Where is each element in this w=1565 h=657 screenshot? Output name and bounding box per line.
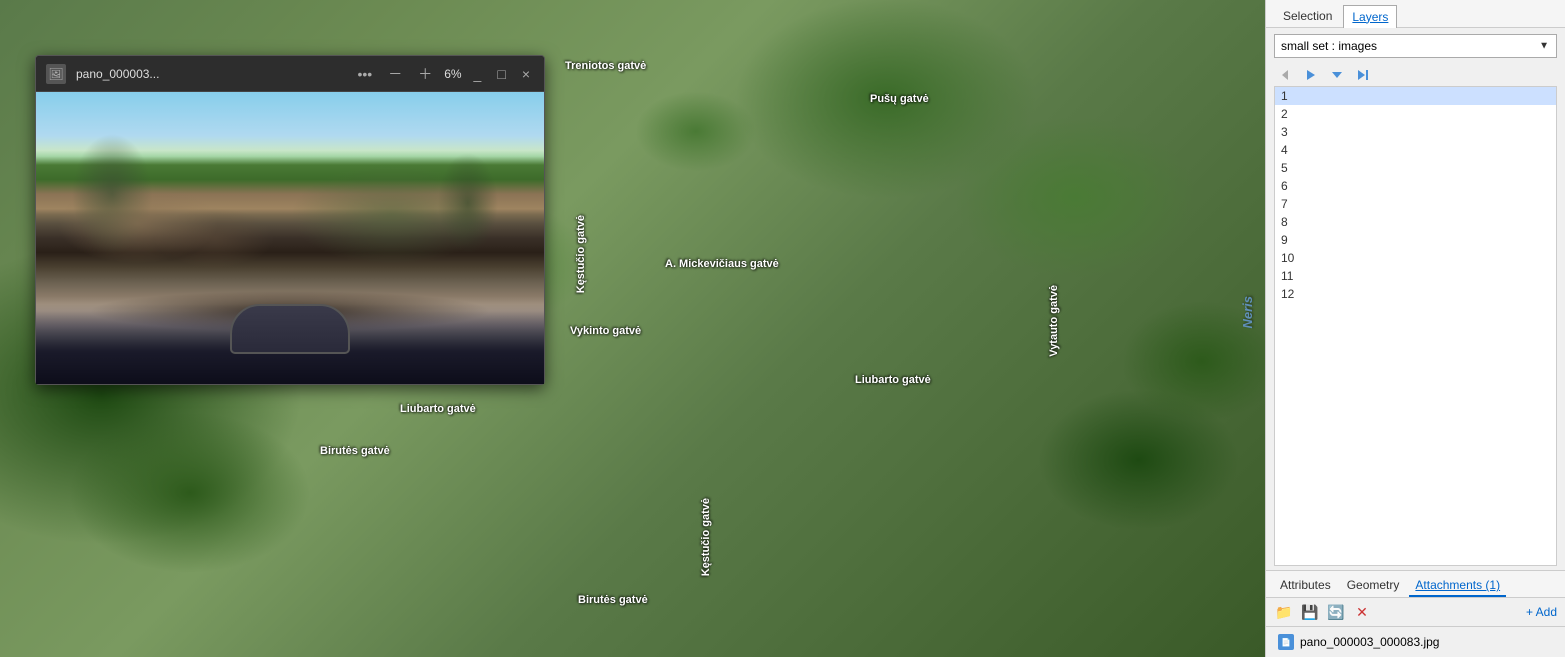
attachment-item-1[interactable]: 📄 pano_000003_000083.jpg bbox=[1274, 631, 1557, 653]
nav-dropdown-button[interactable] bbox=[1326, 66, 1348, 84]
list-item-10[interactable]: 10 bbox=[1275, 249, 1556, 267]
viewer-image-icon: 🖼 bbox=[46, 64, 66, 84]
viewer-close-button[interactable]: × bbox=[518, 64, 534, 84]
pano-vehicle bbox=[230, 304, 350, 354]
dataset-select[interactable]: small set : images large set : images te… bbox=[1274, 34, 1557, 58]
dataset-dropdown[interactable]: small set : images large set : images te… bbox=[1274, 34, 1557, 58]
nav-play-button[interactable] bbox=[1300, 66, 1322, 84]
viewer-controls[interactable]: ••• － ＋ 6% _ □ × bbox=[353, 62, 534, 86]
viewer-maximize-button[interactable]: □ bbox=[493, 64, 509, 84]
image-viewer: 🖼 pano_000003... ••• － ＋ 6% _ □ × bbox=[35, 55, 545, 385]
tab-selection[interactable]: Selection bbox=[1274, 4, 1341, 27]
tab-geometry[interactable]: Geometry bbox=[1341, 575, 1406, 597]
tab-attachments[interactable]: Attachments (1) bbox=[1409, 575, 1506, 597]
file-icon: 📄 bbox=[1278, 634, 1294, 650]
tab-attributes[interactable]: Attributes bbox=[1274, 575, 1337, 597]
attachments-list: 📄 pano_000003_000083.jpg bbox=[1266, 627, 1565, 657]
bottom-tabs: Attributes Geometry Attachments (1) bbox=[1266, 570, 1565, 598]
attachment-filename: pano_000003_000083.jpg bbox=[1300, 635, 1439, 649]
viewer-minimize-button[interactable]: _ bbox=[470, 64, 486, 84]
list-item-5[interactable]: 5 bbox=[1275, 159, 1556, 177]
list-item-4[interactable]: 4 bbox=[1275, 141, 1556, 159]
list-item-2[interactable]: 2 bbox=[1275, 105, 1556, 123]
nav-next-button[interactable] bbox=[1352, 66, 1374, 84]
panorama-image bbox=[36, 92, 544, 384]
panel-tabs: Selection Layers bbox=[1266, 0, 1565, 28]
list-item-9[interactable]: 9 bbox=[1275, 231, 1556, 249]
viewer-titlebar: 🖼 pano_000003... ••• － ＋ 6% _ □ × bbox=[36, 56, 544, 92]
items-list[interactable]: 1 2 3 4 5 6 7 8 9 10 11 12 bbox=[1274, 86, 1557, 566]
add-button[interactable]: + Add bbox=[1526, 605, 1557, 619]
right-panel: Selection Layers small set : images larg… bbox=[1265, 0, 1565, 657]
save-icon[interactable]: 💾 bbox=[1300, 602, 1320, 622]
viewer-title: pano_000003... bbox=[76, 67, 343, 81]
tab-layers[interactable]: Layers bbox=[1343, 5, 1397, 28]
list-item-8[interactable]: 8 bbox=[1275, 213, 1556, 231]
folder-icon[interactable]: 📁 bbox=[1274, 602, 1294, 622]
viewer-more-button[interactable]: ••• bbox=[353, 64, 376, 84]
nav-controls bbox=[1266, 64, 1565, 86]
delete-icon[interactable]: ✕ bbox=[1352, 602, 1372, 622]
list-item-12[interactable]: 12 bbox=[1275, 285, 1556, 303]
viewer-zoom-out-button[interactable]: － bbox=[384, 62, 406, 86]
list-item-6[interactable]: 6 bbox=[1275, 177, 1556, 195]
list-item-1[interactable]: 1 bbox=[1275, 87, 1556, 105]
viewer-content bbox=[36, 92, 544, 384]
list-item-3[interactable]: 3 bbox=[1275, 123, 1556, 141]
list-item-11[interactable]: 11 bbox=[1275, 267, 1556, 285]
list-item-7[interactable]: 7 bbox=[1275, 195, 1556, 213]
map-container[interactable]: Treniotos gatvė Pušų gatvė Kęstučio gatv… bbox=[0, 0, 1265, 657]
attach-toolbar: 📁 💾 🔄 ✕ + Add bbox=[1266, 598, 1565, 627]
refresh-icon[interactable]: 🔄 bbox=[1326, 602, 1346, 622]
nav-prev-button[interactable] bbox=[1274, 66, 1296, 84]
viewer-zoom-level: 6% bbox=[444, 67, 461, 81]
viewer-zoom-in-button[interactable]: ＋ bbox=[414, 62, 436, 86]
